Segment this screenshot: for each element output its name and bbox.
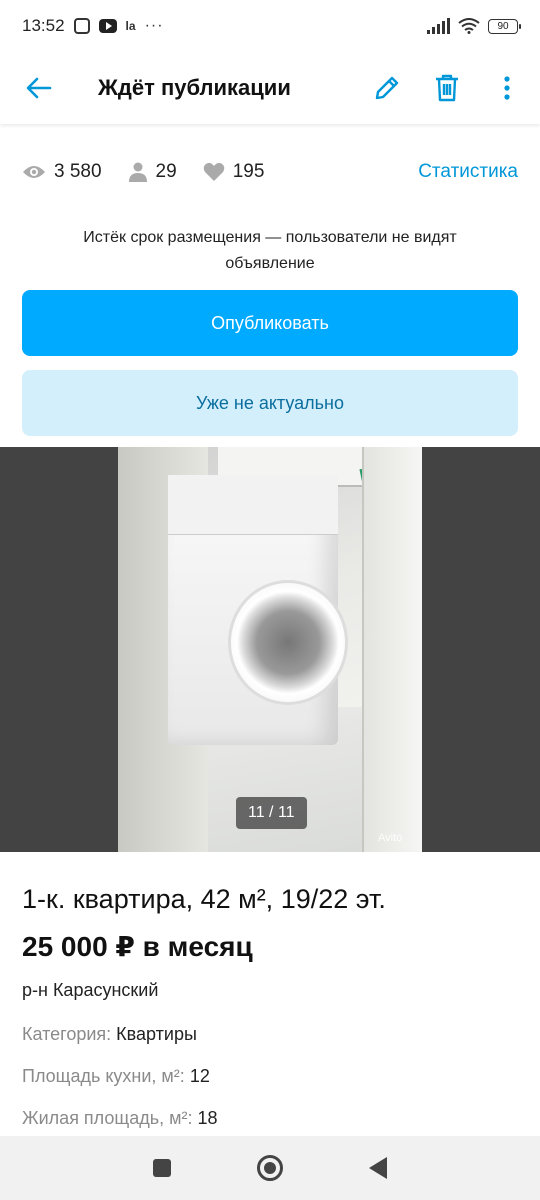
trash-icon <box>436 74 458 102</box>
page-title: Ждёт публикации <box>98 75 291 100</box>
param-living-area: Жилая площадь, м²: 18 <box>22 1108 218 1129</box>
listing-photo[interactable] <box>118 447 422 852</box>
wifi-icon <box>458 18 480 34</box>
listing-title: 1-к. квартира, 42 м², 19/22 эт. <box>22 884 386 914</box>
more-notifications-icon: ··· <box>144 17 164 34</box>
contacts-stat: 29 <box>128 161 177 183</box>
recents-button[interactable] <box>153 1159 171 1177</box>
views-count: 3 580 <box>54 161 102 182</box>
home-button[interactable] <box>257 1155 283 1181</box>
status-bar: 13:52 la ··· 90 <box>0 0 540 52</box>
washing-machine-image <box>168 475 348 745</box>
not-actual-button[interactable]: Уже не актуально <box>22 370 518 436</box>
stats-row: 3 580 29 195 Статистика <box>22 152 518 192</box>
kebab-menu-icon <box>504 76 510 100</box>
contacts-count: 29 <box>155 161 177 182</box>
arrow-left-icon <box>26 77 52 99</box>
pencil-icon <box>375 76 399 100</box>
param-value: 12 <box>189 1066 210 1086</box>
eye-icon <box>23 166 45 178</box>
publish-button[interactable]: Опубликовать <box>22 290 518 356</box>
person-icon <box>128 162 147 182</box>
app-bar: Ждёт публикации <box>0 52 540 124</box>
statistics-link[interactable]: Статистика <box>418 161 518 183</box>
edit-button[interactable] <box>368 69 406 107</box>
expired-notice: Истёк срок размещения — пользователи не … <box>83 229 457 272</box>
battery-level: 90 <box>497 20 509 32</box>
param-value: 18 <box>197 1108 218 1128</box>
status-time: 13:52 <box>22 16 65 35</box>
param-category: Категория: Квартиры <box>22 1024 197 1045</box>
more-options-button[interactable] <box>488 69 526 107</box>
back-button[interactable] <box>20 69 58 107</box>
favorites-stat: 195 <box>203 161 265 183</box>
param-kitchen-area: Площадь кухни, м²: 12 <box>22 1066 210 1087</box>
heart-icon <box>203 162 224 181</box>
instagram-icon <box>73 18 90 34</box>
param-value: Квартиры <box>116 1024 197 1044</box>
youtube-icon <box>98 19 117 33</box>
system-back-button[interactable] <box>369 1157 387 1179</box>
battery-icon: 90 <box>488 18 521 34</box>
views-stat: 3 580 <box>22 161 102 183</box>
favorites-count: 195 <box>232 161 265 182</box>
photo-gallery[interactable]: 11 / 11 Avito <box>0 447 540 852</box>
system-nav-bar <box>0 1136 540 1200</box>
photo-counter: 11 / 11 <box>236 797 307 829</box>
avito-watermark: Avito <box>378 832 403 844</box>
listing-info: 1-к. квартира, 42 м², 19/22 эт. 25 000 ₽… <box>0 852 540 1137</box>
listing-district: р-н Карасунский <box>22 980 159 1000</box>
delete-button[interactable] <box>428 69 466 107</box>
listing-price: 25 000 ₽ в месяц <box>22 931 253 962</box>
signal-icon <box>427 18 450 34</box>
param-key: Жилая площадь, м²: <box>22 1108 193 1128</box>
param-key: Площадь кухни, м²: <box>22 1066 185 1086</box>
param-key: Категория: <box>22 1024 112 1044</box>
notification-la-icon: la <box>125 19 136 33</box>
